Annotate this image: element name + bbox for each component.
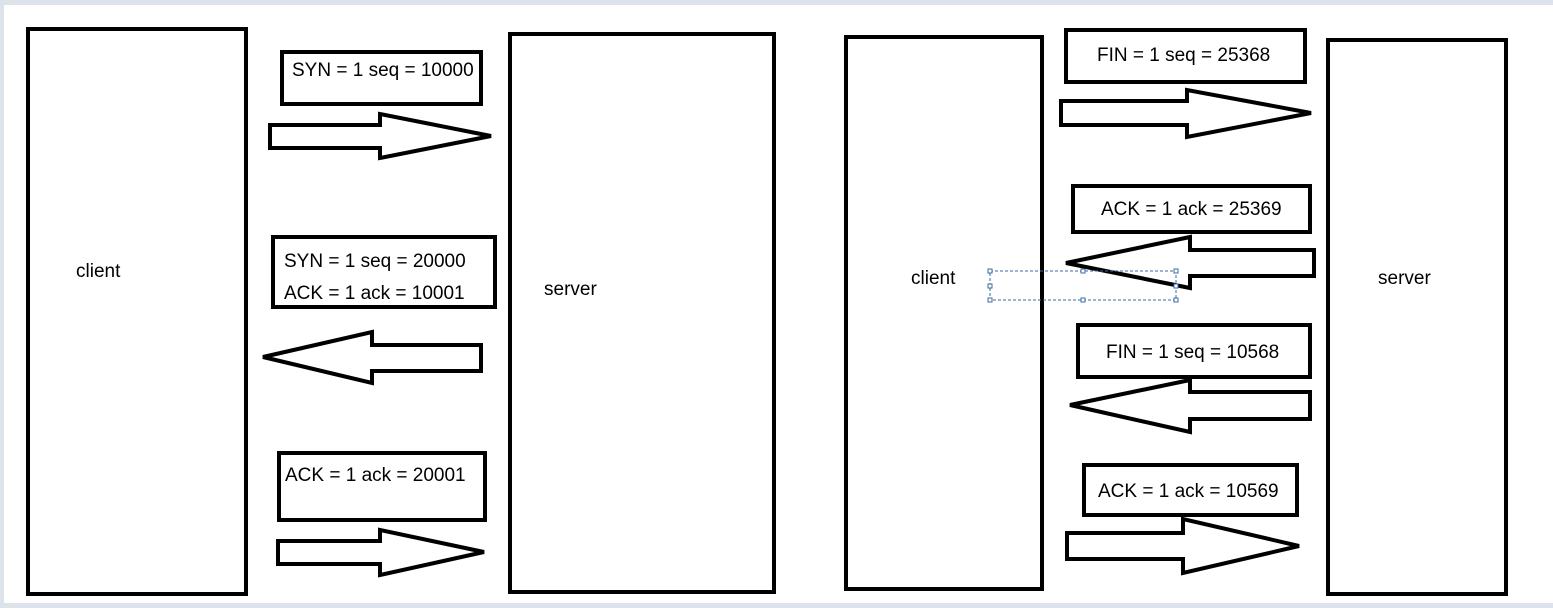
selection-box[interactable] [987, 268, 1179, 303]
client-box[interactable] [844, 35, 1044, 591]
fin-message-text: FIN = 1 seq = 10568 [1106, 342, 1279, 363]
arrow-left-icon [1065, 234, 1316, 291]
tcp-diagram: client server SYN = 1 seq = 10000 SYN = … [26, 27, 1508, 596]
resize-handle[interactable] [1173, 268, 1179, 274]
syn-ack-line2: ACK = 1 ack = 10001 [284, 283, 465, 304]
teardown-diagram: client server FIN = 1 seq = 25368 ACK = … [844, 28, 1508, 596]
syn-ack-line1: SYN = 1 seq = 20000 [284, 251, 466, 272]
resize-handle[interactable] [1173, 283, 1179, 289]
ack-message-text: ACK = 1 ack = 20001 [285, 465, 466, 486]
syn-message-text: SYN = 1 seq = 10000 [292, 60, 474, 81]
client-label: client [76, 261, 121, 282]
ack-message-text: ACK = 1 ack = 25369 [1101, 199, 1282, 220]
arrow-right-icon [1065, 516, 1300, 576]
resize-handle[interactable] [987, 283, 993, 289]
client-label: client [911, 268, 956, 289]
resize-handle[interactable] [987, 268, 993, 274]
arrow-right-icon [276, 527, 485, 578]
resize-handle[interactable] [1173, 297, 1179, 303]
ack-message-box[interactable] [277, 451, 487, 522]
arrow-right-icon [268, 111, 492, 161]
arrow-left-icon [1069, 377, 1312, 435]
resize-handle[interactable] [1080, 268, 1086, 274]
handshake-diagram: client server SYN = 1 seq = 10000 SYN = … [26, 27, 776, 596]
arrow-left-icon [262, 329, 483, 386]
ack-message-text: ACK = 1 ack = 10569 [1098, 481, 1279, 502]
server-box[interactable] [508, 32, 776, 594]
server-label: server [1378, 268, 1431, 289]
client-box[interactable] [26, 27, 248, 596]
arrow-right-icon [1059, 87, 1312, 140]
resize-handle[interactable] [1080, 297, 1086, 303]
fin-message-text: FIN = 1 seq = 25368 [1097, 45, 1270, 66]
server-label: server [544, 279, 597, 300]
resize-handle[interactable] [987, 297, 993, 303]
server-box[interactable] [1326, 38, 1508, 596]
